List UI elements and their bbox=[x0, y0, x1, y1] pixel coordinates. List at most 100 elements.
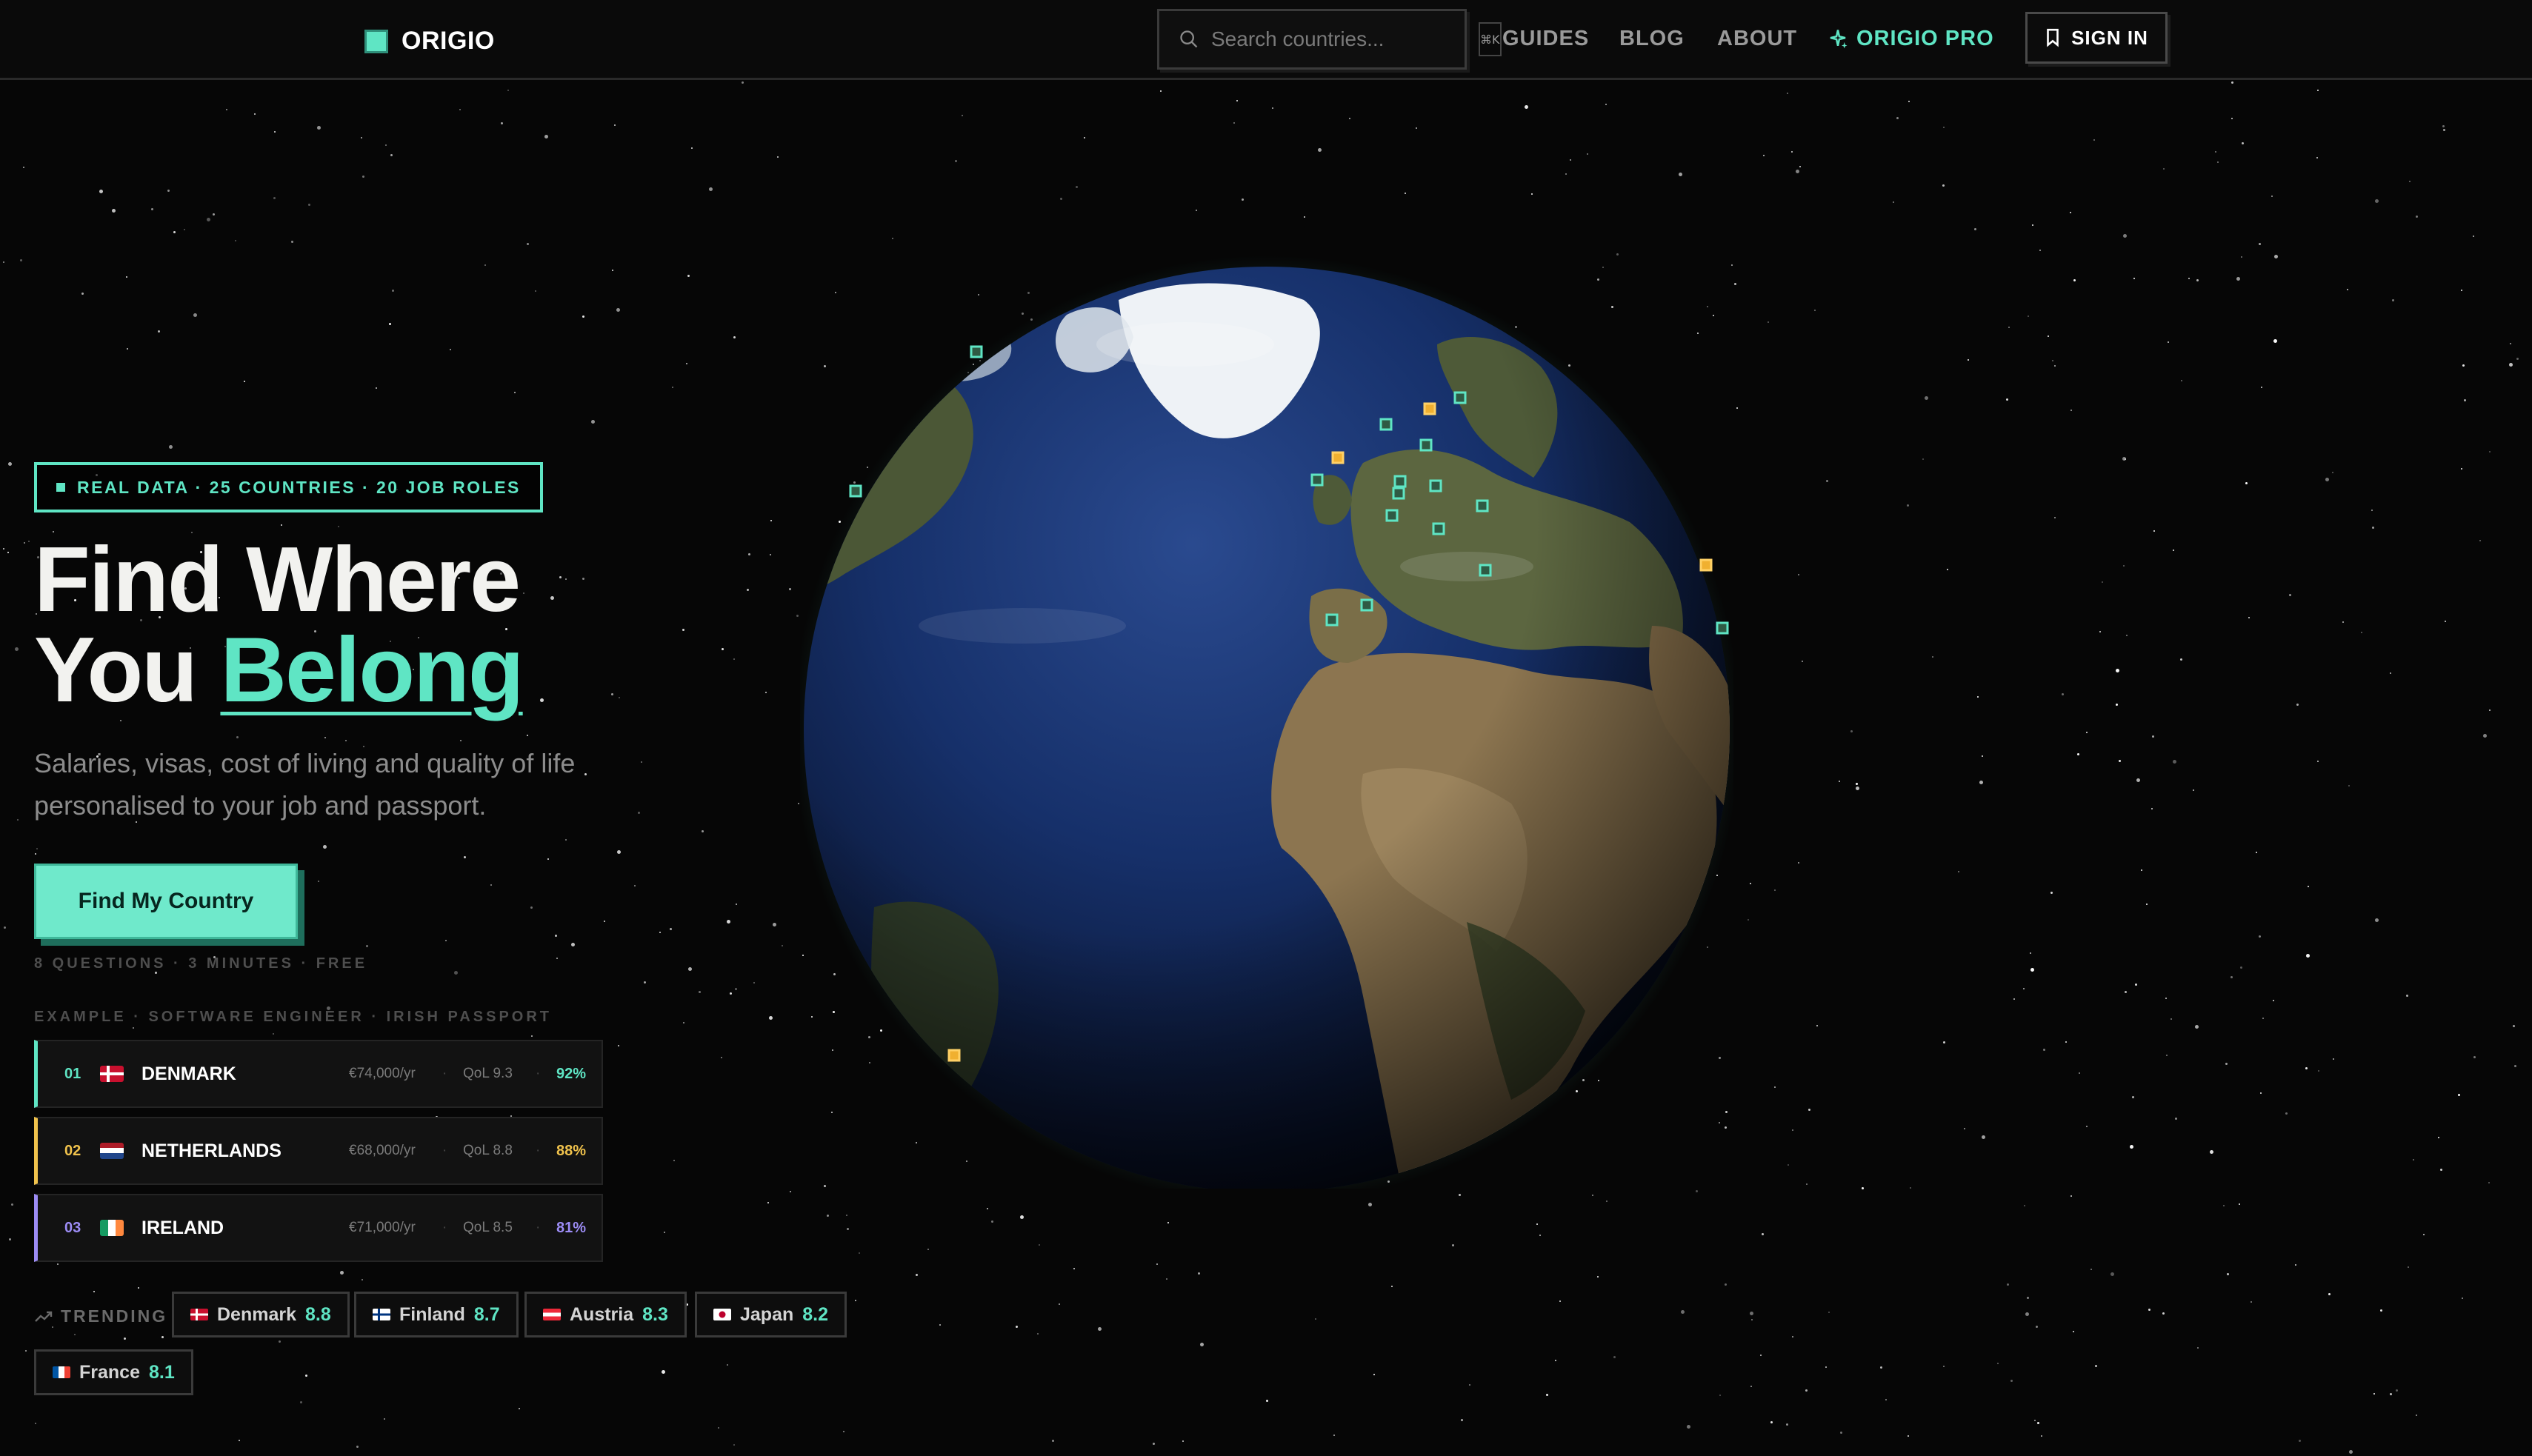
result-country: NETHERLANDS bbox=[141, 1140, 281, 1161]
star-dot bbox=[1982, 1135, 1985, 1139]
star-dot bbox=[1052, 1440, 1054, 1442]
star-dot bbox=[2514, 1065, 2516, 1067]
nav-link-guides[interactable]: GUIDES bbox=[1502, 27, 1589, 51]
result-row[interactable]: 01 DENMARK €74,000/yr QoL 9.3 92% · · bbox=[34, 1040, 603, 1108]
earth-globe[interactable] bbox=[793, 256, 1741, 1203]
result-row[interactable]: 02 NETHERLANDS €68,000/yr QoL 8.8 88% · · bbox=[34, 1117, 603, 1185]
country-marker[interactable] bbox=[1325, 613, 1339, 627]
trending-chip-france[interactable]: France 8.1 bbox=[34, 1349, 193, 1395]
star-dot bbox=[1167, 1222, 1169, 1223]
result-row[interactable]: 03 IRELAND €71,000/yr QoL 8.5 81% · · bbox=[34, 1194, 603, 1262]
star-dot bbox=[859, 1252, 860, 1254]
country-marker[interactable] bbox=[1392, 487, 1405, 500]
country-marker[interactable] bbox=[1432, 522, 1445, 535]
country-marker[interactable] bbox=[1393, 475, 1407, 488]
star-dot bbox=[2008, 327, 2010, 328]
star-dot bbox=[1997, 1363, 1999, 1364]
star-dot bbox=[2239, 1203, 2240, 1205]
star-dot bbox=[2099, 631, 2101, 632]
star-dot bbox=[36, 848, 38, 849]
austria-flag-icon bbox=[543, 1309, 561, 1320]
country-marker[interactable] bbox=[1429, 479, 1442, 492]
star-dot bbox=[604, 921, 605, 922]
star-dot bbox=[2271, 196, 2273, 197]
star-dot bbox=[559, 576, 562, 578]
star-dot bbox=[2333, 1058, 2334, 1060]
country-marker[interactable] bbox=[849, 484, 862, 498]
star-dot bbox=[1539, 1235, 1541, 1236]
country-marker[interactable] bbox=[1479, 564, 1492, 577]
country-marker[interactable] bbox=[1419, 438, 1433, 452]
star-dot bbox=[2231, 976, 2233, 978]
star-dot bbox=[555, 935, 557, 937]
star-dot bbox=[323, 845, 327, 849]
star-dot bbox=[305, 1375, 307, 1377]
country-marker[interactable] bbox=[1716, 621, 1729, 635]
star-dot bbox=[1153, 1443, 1155, 1445]
trending-chip-japan[interactable]: Japan 8.2 bbox=[695, 1292, 847, 1338]
data-badge-label: REAL DATA · 25 COUNTRIES · 20 JOB ROLES bbox=[77, 477, 521, 497]
search-icon bbox=[1180, 30, 1198, 48]
result-qol: QoL 9.3 bbox=[463, 1066, 513, 1081]
star-dot bbox=[226, 109, 227, 110]
star-dot bbox=[1565, 173, 1567, 175]
trending-up-icon bbox=[35, 1311, 53, 1322]
result-salary: €71,000/yr bbox=[349, 1220, 416, 1235]
star-dot bbox=[28, 541, 30, 542]
star-dot bbox=[384, 1418, 385, 1420]
country-marker[interactable] bbox=[1476, 499, 1489, 512]
star-dot bbox=[23, 167, 24, 168]
denmark-flag-icon bbox=[190, 1309, 208, 1320]
country-marker[interactable] bbox=[970, 345, 983, 358]
star-dot bbox=[638, 812, 640, 814]
nav-link-blog[interactable]: BLOG bbox=[1619, 27, 1685, 51]
sign-in-button[interactable]: SIGN IN bbox=[2025, 12, 2168, 64]
star-dot bbox=[2130, 1145, 2133, 1149]
country-marker[interactable] bbox=[1360, 598, 1373, 612]
country-marker[interactable] bbox=[1385, 509, 1399, 522]
star-dot bbox=[2195, 1025, 2199, 1029]
star-dot bbox=[535, 290, 536, 292]
country-marker[interactable] bbox=[947, 1049, 961, 1062]
star-dot bbox=[2168, 341, 2169, 343]
country-marker[interactable] bbox=[1310, 473, 1324, 487]
keyboard-shortcut-hint: ⌘K bbox=[1479, 22, 1502, 56]
star-dot bbox=[1943, 1366, 1945, 1367]
star-dot bbox=[1368, 1203, 1372, 1206]
trending-chip-denmark[interactable]: Denmark 8.8 bbox=[172, 1292, 350, 1338]
france-flag-icon bbox=[53, 1366, 70, 1378]
star-dot bbox=[1968, 359, 1969, 361]
country-marker[interactable] bbox=[1453, 391, 1467, 404]
star-dot bbox=[2461, 290, 2462, 291]
star-dot bbox=[1799, 166, 1801, 167]
nav-link-about[interactable]: ABOUT bbox=[1717, 27, 1797, 51]
result-rank: 03 bbox=[64, 1219, 81, 1236]
search-box[interactable]: ⌘K bbox=[1157, 9, 1502, 70]
star-dot bbox=[2136, 778, 2140, 782]
star-dot bbox=[1587, 153, 1588, 155]
logo[interactable]: ORIGIO bbox=[364, 27, 495, 56]
nav-link-origio-pro[interactable]: ORIGIO PRO bbox=[1827, 27, 1994, 51]
find-my-country-button[interactable]: Find My Country bbox=[34, 864, 298, 939]
star-dot bbox=[1233, 122, 1235, 124]
star-dot bbox=[1200, 1343, 1204, 1346]
trending-chip-finland[interactable]: Finland 8.7 bbox=[354, 1292, 519, 1338]
star-dot bbox=[3, 548, 4, 550]
country-marker[interactable] bbox=[1423, 402, 1436, 415]
star-dot bbox=[35, 853, 36, 855]
country-marker[interactable] bbox=[1331, 451, 1345, 464]
star-dot bbox=[1696, 1190, 1698, 1192]
star-dot bbox=[1974, 228, 1976, 230]
star-dot bbox=[2007, 1283, 2009, 1286]
country-marker[interactable] bbox=[1699, 558, 1713, 572]
chip-score: 8.3 bbox=[642, 1303, 668, 1325]
star-dot bbox=[2070, 410, 2072, 411]
star-dot bbox=[2175, 1118, 2177, 1120]
country-marker[interactable] bbox=[1379, 418, 1393, 431]
hero-section: REAL DATA · 25 COUNTRIES · 20 JOB ROLES bbox=[34, 462, 543, 512]
search-input[interactable] bbox=[1211, 27, 1479, 51]
star-dot bbox=[1349, 118, 1350, 119]
star-dot bbox=[1059, 1303, 1060, 1305]
star-dot bbox=[748, 553, 750, 555]
trending-chip-austria[interactable]: Austria 8.3 bbox=[524, 1292, 687, 1338]
